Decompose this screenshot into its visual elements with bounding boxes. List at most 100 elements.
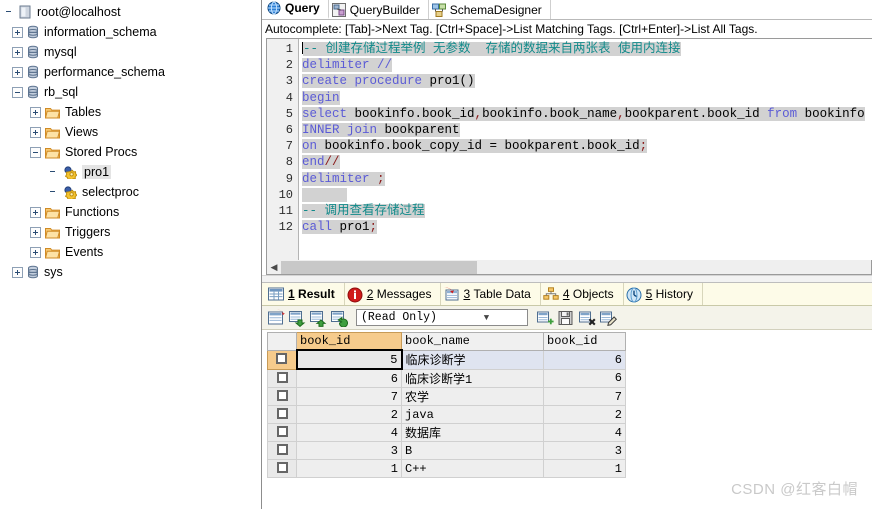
tab-schemadesigner[interactable]: SchemaDesigner (429, 0, 551, 19)
tree-node-stored-procs[interactable]: Stored Procs (0, 142, 261, 162)
refresh-grid-icon[interactable] (330, 309, 348, 328)
scrollbar-thumb[interactable] (281, 260, 477, 274)
result-tab-strip[interactable]: 1 Result 2 Messages 3 Table Data 4 Objects 5… (262, 283, 872, 306)
row-checkbox-cell[interactable] (267, 405, 297, 424)
grid-row[interactable]: 4 数据库 4 (267, 423, 626, 442)
editor-horizontal-scrollbar[interactable]: ◀ (266, 260, 872, 275)
collapse-minus-icon[interactable] (12, 86, 23, 98)
grid-cell[interactable]: 7 (296, 387, 402, 406)
grid-body[interactable]: 5 临床诊断学 6 6 临床诊断学1 6 7 农学 7 2 java 2 4 数据库 4 3 B 3 1 C++ 1 (267, 349, 626, 478)
grid-red-icon[interactable] (267, 309, 285, 327)
grid-mode-select[interactable]: (Read Only) ▼ (356, 309, 528, 326)
row-checkbox-cell[interactable] (267, 349, 297, 370)
collapse-minus-icon[interactable] (30, 146, 41, 158)
tree-node-performance-schema[interactable]: performance_schema (0, 62, 261, 82)
grid-cell[interactable]: 6 (296, 368, 402, 388)
grid-cell[interactable]: 3 (296, 441, 402, 460)
grid-cell[interactable]: 3 (543, 441, 626, 460)
tree-node-root-localhost[interactable]: root@localhost (0, 2, 261, 22)
row-checkbox[interactable] (276, 462, 288, 473)
result-toolbar[interactable]: (Read Only) ▼ (262, 306, 872, 330)
code-line[interactable]: -- 调用查看存储过程 (302, 203, 872, 219)
code-line[interactable]: INNER join bookparent (302, 122, 872, 138)
grid-row[interactable]: 1 C++ 1 (267, 459, 626, 478)
tree-node-functions[interactable]: Functions (0, 202, 261, 222)
result-tab-objects[interactable]: 4 Objects (541, 283, 624, 305)
row-checkbox[interactable] (276, 353, 288, 364)
expand-plus-icon[interactable] (30, 106, 41, 118)
result-tab-messages[interactable]: 2 Messages (345, 283, 442, 305)
tree-node-selectproc[interactable]: selectproc (0, 182, 261, 202)
expand-plus-icon[interactable] (30, 226, 41, 238)
grid-cell[interactable]: 6 (543, 349, 626, 370)
expand-plus-icon[interactable] (12, 266, 23, 278)
grid-cell[interactable]: 6 (543, 368, 626, 388)
tree-node-information-schema[interactable]: information_schema (0, 22, 261, 42)
save-icon[interactable] (557, 309, 575, 327)
tree-node-rb-sql[interactable]: rb_sql (0, 82, 261, 102)
grid-cell[interactable]: 1 (543, 459, 626, 478)
grid-cell[interactable]: 2 (296, 405, 402, 424)
add-row-icon[interactable] (536, 309, 554, 327)
code-line[interactable]: -- 创建存储过程举例 无参数 存储的数据来自两张表 使用内连接 (302, 41, 872, 57)
grid-cell[interactable]: 1 (296, 459, 402, 478)
edit-row-icon[interactable] (599, 309, 618, 327)
row-checkbox-cell[interactable] (267, 459, 297, 478)
grid-cell[interactable]: 农学 (401, 387, 544, 406)
grid-cell[interactable]: 数据库 (401, 423, 544, 442)
grid-cell[interactable]: B (401, 441, 544, 460)
chevron-down-icon[interactable]: ▼ (442, 310, 527, 325)
result-tab-table-data[interactable]: 3 Table Data (441, 283, 541, 305)
import-grid-icon[interactable] (309, 309, 327, 327)
row-checkbox[interactable] (276, 371, 288, 383)
sql-code-area[interactable]: -- 创建存储过程举例 无参数 存储的数据来自两张表 使用内连接 delimite… (299, 39, 872, 260)
grid-row[interactable]: 3B3 (267, 441, 626, 460)
grid-cell[interactable]: java (401, 405, 544, 424)
sql-editor[interactable]: 1 2 3 4 5 6 7 8 9 10 11 12 -- 创建存储过程举例 无参数 存储的数据来自两… (266, 38, 872, 260)
code-line[interactable]: create procedure pro1() (302, 73, 872, 89)
grid-cell[interactable]: 2 (543, 405, 626, 424)
code-line[interactable]: delimiter ; (302, 171, 872, 187)
scroll-left-arrow-icon[interactable]: ◀ (267, 260, 281, 274)
row-checkbox-cell[interactable] (267, 368, 297, 388)
tree-node-events[interactable]: Events (0, 242, 261, 262)
expand-plus-icon[interactable] (30, 126, 41, 138)
grid-cell[interactable]: 4 (296, 423, 402, 442)
result-grid-container[interactable]: book_id book_name book_id 5 临床诊断学 6 6 临床诊断学1 6 7… (262, 330, 872, 509)
grid-cell[interactable]: 临床诊断学 (401, 349, 544, 370)
export-grid-icon[interactable] (288, 309, 306, 327)
row-checkbox[interactable] (276, 426, 288, 437)
code-line[interactable]: call pro1; (302, 219, 872, 235)
code-line[interactable]: end// (302, 154, 872, 170)
result-tab-result[interactable]: 1 Result (266, 283, 345, 305)
grid-row[interactable]: 2 java 2 (267, 405, 626, 424)
tree-node-views[interactable]: Views (0, 122, 261, 142)
code-line[interactable] (302, 187, 872, 203)
grid-cell[interactable]: 临床诊断学1 (401, 368, 544, 388)
grid-cell[interactable]: 5 (295, 349, 403, 370)
grid-cell[interactable]: 4 (543, 423, 626, 442)
expand-plus-icon[interactable] (30, 246, 41, 258)
editor-tab-strip[interactable]: Query QueryBuilder SchemaDesigner (262, 0, 872, 20)
tree-node-mysql[interactable]: mysql (0, 42, 261, 62)
code-line[interactable]: select bookinfo.book_id,bookinfo.book_na… (302, 106, 872, 122)
delete-row-icon[interactable] (578, 309, 596, 327)
row-checkbox[interactable] (276, 408, 288, 419)
grid-column-header[interactable]: book_id (296, 332, 402, 351)
row-checkbox-cell[interactable] (267, 441, 297, 460)
result-tab-history[interactable]: 5 History (624, 283, 703, 305)
grid-row[interactable]: 7 农学 7 (267, 387, 626, 406)
row-checkbox[interactable] (276, 444, 288, 455)
grid-row[interactable]: 6 临床诊断学1 6 (267, 368, 626, 388)
grid-column-header[interactable]: book_id (543, 332, 626, 351)
object-browser-tree[interactable]: root@localhost information_schema mysql per… (0, 0, 262, 509)
tab-querybuilder[interactable]: QueryBuilder (329, 0, 429, 19)
expand-plus-icon[interactable] (12, 26, 23, 38)
tree-node-pro1[interactable]: pro1 (0, 162, 261, 182)
tree-node-tables[interactable]: Tables (0, 102, 261, 122)
grid-row[interactable]: 5 临床诊断学 6 (267, 349, 626, 370)
code-line[interactable]: begin (302, 90, 872, 106)
code-line[interactable]: on bookinfo.book_copy_id = bookparent.bo… (302, 138, 872, 154)
grid-select-all-header[interactable] (267, 332, 297, 351)
tab-query[interactable]: Query (264, 0, 329, 19)
